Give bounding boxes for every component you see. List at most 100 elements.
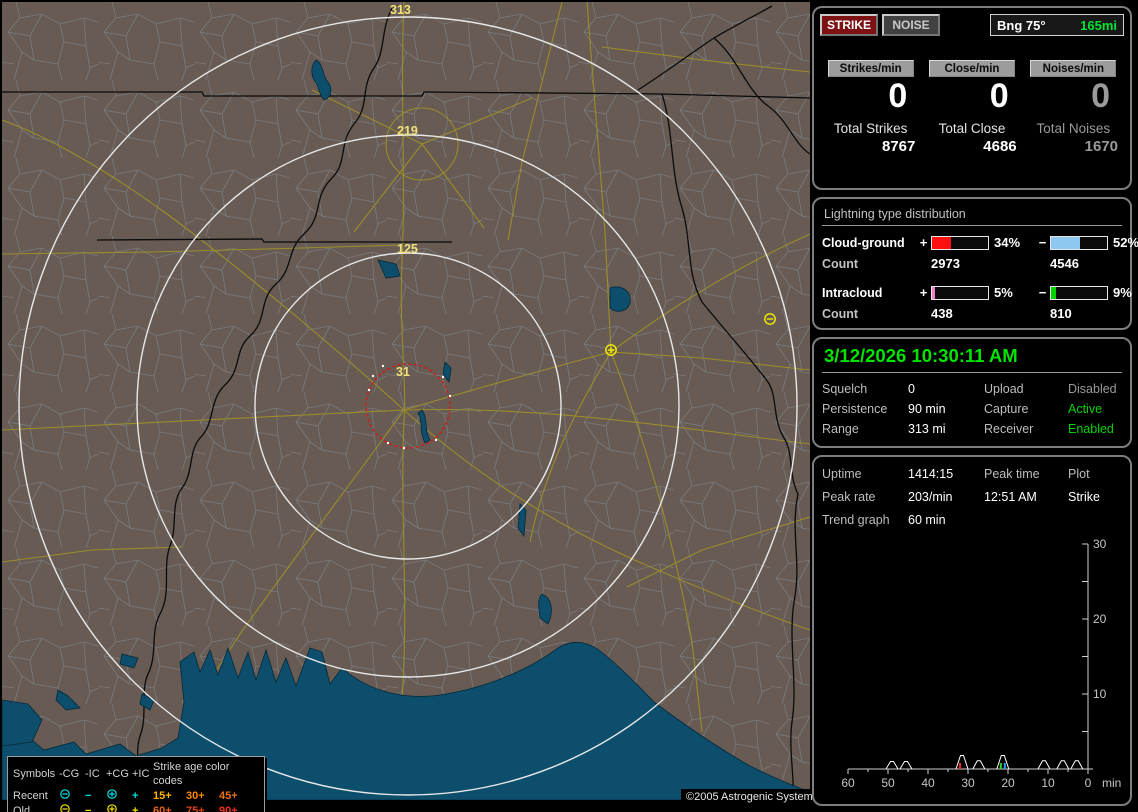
trend-chart: 10 20 30 60 50 40 30 20 10 0 min (841, 537, 1121, 790)
strike-mode-button[interactable]: STRIKE (820, 14, 878, 36)
total-close-label: Total Close (938, 121, 1006, 136)
plus-icon: + (132, 789, 139, 802)
intracloud-row: Intracloud + 5% − 9% (822, 285, 1132, 300)
distribution-panel: Lightning type distribution Cloud-ground… (812, 197, 1138, 330)
minus-sign: − (1038, 285, 1047, 300)
trend-panel: Uptime 1414:15 Peak time Plot Peak rate … (812, 455, 1132, 806)
close-per-min-value: 0 (989, 77, 1009, 115)
capture-status: Active (1068, 402, 1103, 416)
peak-time-value: 12:51 AM (984, 490, 1037, 504)
cg-minus-percent: 52% (1113, 235, 1138, 250)
copyright-text: ©2005 Astrogenic Systems (681, 789, 824, 806)
distance-value: 165mi (1080, 17, 1117, 33)
status-panel: 3/12/2026 10:30:11 AM Squelch 0 Upload D… (812, 337, 1132, 448)
age-code-60: 60+ (153, 804, 172, 812)
uptime-value: 1414:15 (908, 467, 954, 481)
legend-row-recent: Recent (13, 789, 48, 802)
legend-col-ncg: -CG (59, 768, 80, 780)
noises-per-min-counter: Noises/min 0 Total Noises 1670 (1023, 60, 1124, 155)
svg-text:10: 10 (1041, 776, 1055, 790)
age-code-30: 30+ (186, 789, 205, 802)
noises-per-min-value: 0 (1091, 77, 1110, 115)
close-per-min-button[interactable]: Close/min (928, 60, 1015, 77)
circle-minus-icon (59, 788, 85, 803)
close-per-min-counter: Close/min 0 Total Close 4686 (921, 60, 1022, 155)
map-svg: 313 219 125 31 (2, 2, 810, 800)
plus-icon: + (132, 804, 139, 812)
cloud-ground-label: Cloud-ground (822, 235, 905, 250)
strikes-per-min-button[interactable]: Strikes/min (827, 60, 914, 77)
cg-minus-count: 4546 (1050, 256, 1079, 271)
circle-plus-icon (106, 788, 132, 803)
receiver-status: Enabled (1068, 422, 1114, 436)
cg-plus-percent: 34% (994, 235, 1021, 250)
total-strikes-label: Total Strikes (833, 121, 908, 136)
ring-label-313: 313 (390, 3, 411, 17)
trend-graph-value: 60 min (908, 513, 946, 527)
ring-label-125: 125 (397, 242, 418, 256)
date-time: 3/12/2026 10:30:11 AM (822, 343, 1122, 373)
range-label: Range (822, 422, 859, 436)
total-close-value: 4686 (983, 138, 1017, 155)
intracloud-label: Intracloud (822, 285, 883, 300)
peak-rate-label: Peak rate (822, 490, 876, 504)
ic-minus-count: 810 (1050, 306, 1072, 321)
ic-plus-percent: 5% (994, 285, 1013, 300)
legend-row-old: Old (13, 804, 31, 812)
age-code-90: 90+ (219, 804, 238, 812)
minus-icon: − (85, 789, 92, 802)
svg-text:10: 10 (1093, 687, 1107, 701)
capture-label: Capture (984, 402, 1029, 416)
trend-graph-label: Trend graph (822, 513, 890, 527)
minus-sign: − (1038, 235, 1047, 250)
age-code-75: 75+ (186, 804, 205, 812)
noises-per-min-button[interactable]: Noises/min (1030, 60, 1117, 77)
svg-text:50: 50 (881, 776, 895, 790)
ic-plus-count: 438 (931, 306, 953, 321)
legend-col-nic: -IC (85, 768, 100, 780)
svg-text:30: 30 (961, 776, 975, 790)
age-code-15: 15+ (153, 789, 172, 802)
plus-sign: + (919, 285, 928, 300)
symbol-legend: Symbols -CG -IC +CG +IC Strike age color… (7, 756, 265, 812)
uptime-label: Uptime (822, 467, 862, 481)
total-strikes-value: 8767 (881, 138, 916, 155)
persistence-value: 90 min (908, 402, 946, 416)
total-noises-label: Total Noises (1036, 121, 1111, 136)
svg-text:60: 60 (841, 776, 855, 790)
squelch-value: 0 (908, 382, 915, 396)
lightning-map[interactable]: 313 219 125 31 (2, 2, 810, 800)
upload-label: Upload (984, 382, 1024, 396)
peak-rate-value: 203/min (908, 490, 953, 504)
noise-mode-button[interactable]: NOISE (882, 14, 940, 36)
minus-icon: − (85, 804, 92, 812)
peak-time-label: Peak time (984, 467, 1040, 481)
strikes-per-min-value: 0 (888, 77, 908, 115)
intracloud-count-row: Count 438 810 (822, 306, 1122, 321)
svg-text:0: 0 (1085, 776, 1092, 790)
dist-row-0-plus-bar (931, 235, 989, 250)
dist-row-1-minus-bar (1050, 285, 1108, 300)
ring-label-219: 219 (397, 124, 418, 138)
legend-symbols-header: Symbols (13, 768, 56, 780)
legend-age-header: Strike age color codes (153, 761, 230, 787)
upload-status: Disabled (1068, 382, 1117, 396)
count-label: Count (822, 306, 859, 321)
cg-plus-count: 2973 (931, 256, 960, 271)
ic-minus-percent: 9% (1113, 285, 1132, 300)
nexstorm-window: 313 219 125 31 Symbols -CG -IC +CG +IC S… (0, 0, 1138, 812)
receiver-label: Receiver (984, 422, 1034, 436)
distribution-header: Lightning type distribution (822, 205, 1122, 226)
circle-plus-icon (106, 803, 132, 812)
svg-text:20: 20 (1093, 612, 1107, 626)
age-code-45: 45+ (219, 789, 238, 802)
persistence-label: Persistence (822, 402, 888, 416)
counter-panel: STRIKE NOISE Bng 75° 165mi Strikes/min 0… (812, 6, 1132, 190)
count-label: Count (822, 256, 859, 271)
legend-col-pcg: +CG (106, 768, 129, 780)
plus-sign: + (919, 235, 928, 250)
dist-row-1-plus-bar (931, 285, 989, 300)
total-noises-value: 1670 (1084, 138, 1118, 155)
dist-row-0-minus-bar (1050, 235, 1108, 250)
plot-label: Plot (1068, 467, 1090, 481)
